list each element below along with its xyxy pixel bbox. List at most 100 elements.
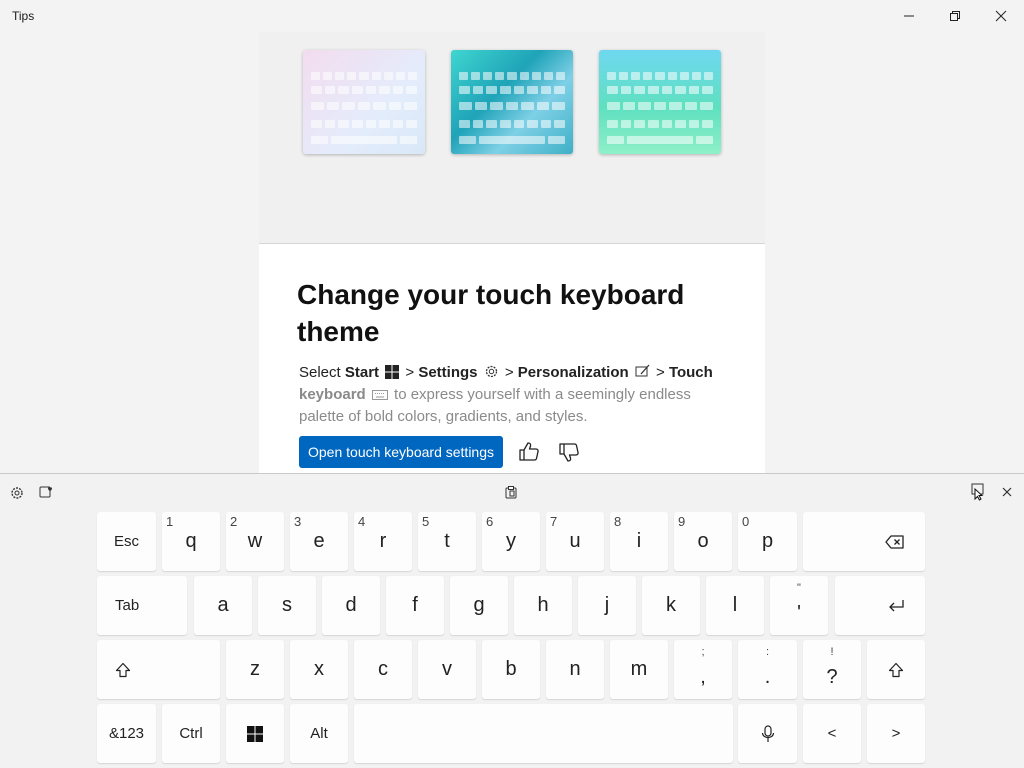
- key-label: ': [797, 602, 801, 624]
- settings-label: Settings: [418, 364, 478, 381]
- clipboard-button[interactable]: [503, 484, 519, 500]
- key-sublabel: 9: [678, 514, 686, 529]
- key-j[interactable]: j: [578, 576, 636, 635]
- key-esc[interactable]: Esc: [97, 512, 156, 571]
- key-c[interactable]: c: [354, 640, 412, 699]
- thumbs-up-icon: [519, 442, 539, 461]
- key-p[interactable]: 0p: [738, 512, 797, 571]
- key-sublabel: 5: [422, 514, 430, 529]
- thumbs-down-button[interactable]: [557, 440, 581, 464]
- key-alt[interactable]: Alt: [290, 704, 348, 763]
- key-h[interactable]: h: [514, 576, 572, 635]
- key-label: x: [314, 658, 324, 680]
- key-i[interactable]: 8i: [610, 512, 668, 571]
- backspace-icon: [885, 534, 904, 549]
- key-s[interactable]: s: [258, 576, 316, 635]
- shift-icon: [888, 662, 904, 677]
- keyboard-layout-button[interactable]: [970, 483, 986, 501]
- thumbs-up-button[interactable]: [517, 440, 541, 464]
- key-ctrl[interactable]: Ctrl: [162, 704, 220, 763]
- separator: >: [651, 364, 669, 381]
- key-y[interactable]: 6y: [482, 512, 540, 571]
- key-label: i: [636, 530, 642, 552]
- separator: >: [401, 364, 419, 381]
- clipboard-icon: [505, 486, 517, 499]
- key-sublabel: 6: [486, 514, 494, 529]
- key-o[interactable]: 9o: [674, 512, 732, 571]
- key-m[interactable]: m: [610, 640, 668, 699]
- emoji-stickers-button[interactable]: [38, 484, 54, 500]
- open-touch-keyboard-settings-button[interactable]: Open touch keyboard settings: [299, 436, 504, 468]
- key-sublabel: 3: [294, 514, 302, 529]
- tip-body: Select Start > Settings > Personalizatio…: [299, 362, 719, 428]
- key-comma[interactable]: ;,: [674, 640, 732, 699]
- key-period[interactable]: :.: [738, 640, 797, 699]
- key-label: d: [345, 594, 357, 616]
- separator: >: [500, 364, 518, 381]
- key-shift-label: ;: [701, 646, 705, 658]
- key-label: m: [630, 658, 648, 680]
- close-keyboard-button[interactable]: [999, 484, 1015, 500]
- key-f[interactable]: f: [386, 576, 444, 635]
- start-label: Start: [344, 364, 380, 381]
- key-r[interactable]: 4r: [354, 512, 412, 571]
- key-windows[interactable]: [226, 704, 284, 763]
- key-v[interactable]: v: [418, 640, 476, 699]
- key-g[interactable]: g: [450, 576, 508, 635]
- key-left-arrow[interactable]: <: [803, 704, 861, 763]
- key-enter[interactable]: [835, 576, 925, 635]
- keyboard-settings-button[interactable]: [9, 485, 25, 501]
- key-sublabel: 2: [230, 514, 238, 529]
- restore-icon: [950, 11, 960, 21]
- key-shift-left[interactable]: [97, 640, 220, 699]
- title-bar: Tips: [0, 0, 1024, 32]
- key-d[interactable]: d: [322, 576, 380, 635]
- key-shift-label: !: [830, 646, 834, 658]
- key-label: Ctrl: [179, 725, 203, 742]
- key-tab[interactable]: Tab: [97, 576, 187, 635]
- key-label: o: [697, 530, 709, 552]
- tip-card: Change your touch keyboard theme Select …: [259, 32, 765, 473]
- key-backspace[interactable]: [803, 512, 925, 571]
- key-label: t: [444, 530, 450, 552]
- key-b[interactable]: b: [482, 640, 540, 699]
- key-sublabel: 1: [166, 514, 174, 529]
- shift-icon: [115, 662, 131, 677]
- key-w[interactable]: 2w: [226, 512, 284, 571]
- key-shift-right[interactable]: [867, 640, 925, 699]
- keyboard-theme-thumbnail-light: [303, 50, 425, 154]
- key-l[interactable]: l: [706, 576, 764, 635]
- key-question[interactable]: !?: [803, 640, 861, 699]
- key-label: l: [732, 594, 738, 616]
- key-z[interactable]: z: [226, 640, 284, 699]
- keyboard-theme-thumbnail-teal: [451, 50, 573, 154]
- key-a[interactable]: a: [194, 576, 252, 635]
- minimize-button[interactable]: [886, 0, 932, 32]
- tip-heading: Change your touch keyboard theme: [297, 279, 685, 347]
- key-t[interactable]: 5t: [418, 512, 476, 571]
- key-n[interactable]: n: [546, 640, 604, 699]
- windows-logo-icon: [385, 365, 400, 379]
- key-k[interactable]: k: [642, 576, 700, 635]
- key-label: p: [761, 530, 774, 552]
- key-shift-label: :: [765, 646, 770, 658]
- key-u[interactable]: 7u: [546, 512, 604, 571]
- key-symbols[interactable]: &123: [97, 704, 156, 763]
- key-label: q: [185, 530, 197, 552]
- restore-button[interactable]: [932, 0, 978, 32]
- hero-image: [259, 32, 765, 244]
- key-right-arrow[interactable]: >: [867, 704, 925, 763]
- key-label: &123: [108, 725, 145, 742]
- key-e[interactable]: 3e: [290, 512, 348, 571]
- key-x[interactable]: x: [290, 640, 348, 699]
- window-title: Tips: [12, 9, 35, 23]
- key-microphone[interactable]: [738, 704, 797, 763]
- close-icon: [1002, 487, 1012, 497]
- key-apostrophe[interactable]: " ': [770, 576, 828, 635]
- close-button[interactable]: [978, 0, 1024, 32]
- key-space[interactable]: [354, 704, 733, 763]
- key-q[interactable]: 1q: [162, 512, 220, 571]
- body-text: Select: [299, 364, 345, 381]
- touch-keyboard: Esc 1q 2w 3e 4r 5t 6y 7u 8i 9o 0p Tab a …: [0, 473, 1024, 768]
- key-sublabel: 4: [358, 514, 366, 529]
